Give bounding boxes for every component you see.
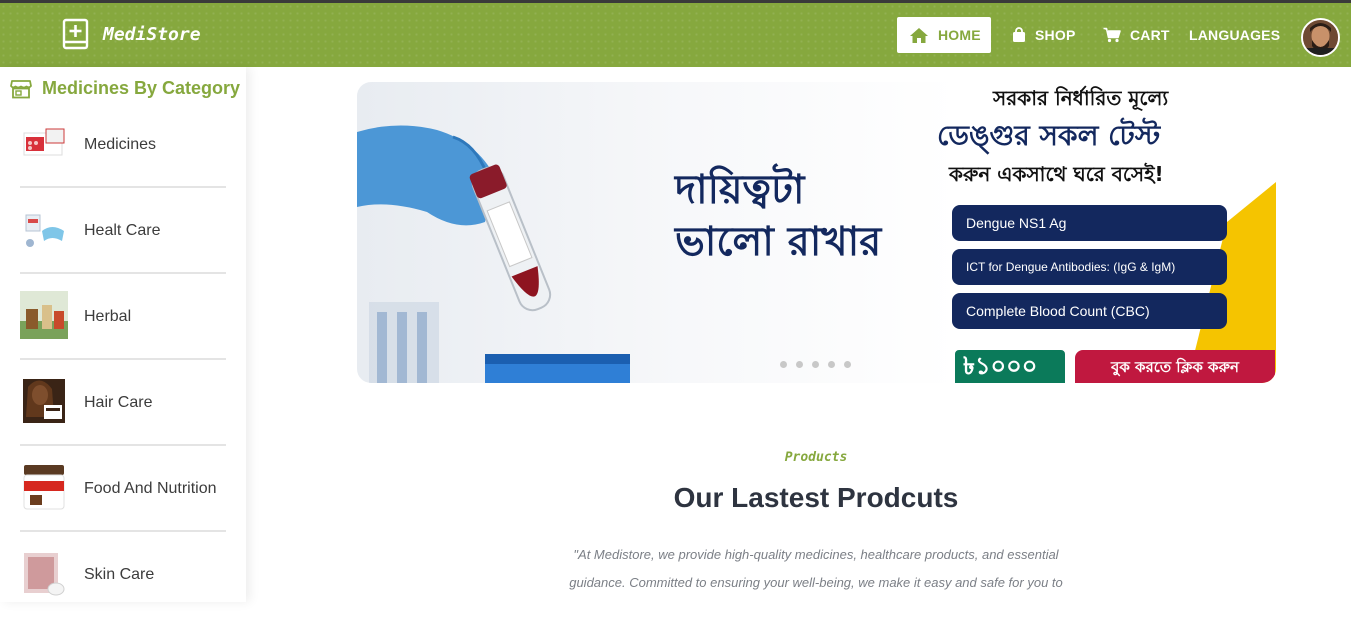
sidebar-title: Medicines By Category <box>42 78 241 98</box>
banner-slogan: দায়িত্বটা ভালো রাখার <box>675 167 882 265</box>
carousel-dot[interactable] <box>844 361 851 368</box>
divider <box>20 186 226 188</box>
home-icon <box>910 27 928 43</box>
carousel-dot[interactable] <box>796 361 803 368</box>
brand-name: MediStore <box>103 23 201 45</box>
divider <box>20 444 226 446</box>
user-avatar-image <box>1303 20 1338 55</box>
banner-headline-2: ডেঙ্গুর সকল টেস্ট <box>937 119 1161 152</box>
navbar: MediStore HOME SHOP CART LANGUAGES <box>0 3 1351 67</box>
test-pill-ict: ICT for Dengue Antibodies: (IgG & IgM) <box>952 249 1227 285</box>
price-tag: ৳১০০০ <box>953 348 1067 383</box>
sidebar-item-label: Skin Care <box>84 566 155 583</box>
store-icon <box>10 79 32 98</box>
food-nutrition-thumbnail <box>23 465 65 510</box>
sidebar-item-label: Hair Care <box>84 394 153 411</box>
nav-shop-label: SHOP <box>1035 27 1076 43</box>
test-pill-cbc: Complete Blood Count (CBC) <box>952 293 1227 329</box>
nav-languages-label: LANGUAGES <box>1189 27 1281 43</box>
carousel-dot[interactable] <box>828 361 835 368</box>
nav-languages-link[interactable]: LANGUAGES <box>1189 17 1280 53</box>
book-plus-icon <box>62 18 89 50</box>
user-avatar[interactable] <box>1301 18 1340 57</box>
brand-logo-link[interactable]: MediStore <box>62 18 201 50</box>
nav-cart-link[interactable]: CART <box>1103 17 1170 53</box>
sidebar-item-food-and-nutrition[interactable]: Food And Nutrition <box>20 454 226 540</box>
products-description: "At Medistore, we provide high-quality m… <box>569 547 1063 590</box>
divider <box>20 358 226 360</box>
herbal-thumbnail <box>20 291 68 339</box>
carousel-dots <box>780 361 851 368</box>
cart-icon <box>1103 27 1121 43</box>
nav-home-label: HOME <box>938 27 981 43</box>
banner-headline-3: করুন একসাথে ঘরে বসেই! <box>949 162 1164 186</box>
skin-care-thumbnail <box>24 553 65 596</box>
sidebar-item-healt-care[interactable]: Healt Care <box>20 196 226 282</box>
hero-banner-carousel[interactable]: দায়িত্বটা ভালো রাখার সরকার নির্ধারিত মূ… <box>357 82 1276 383</box>
category-sidebar: Medicines By Category Medicines Healt Ca… <box>0 67 246 602</box>
health-care-thumbnail <box>25 214 64 247</box>
test-pill-ns1: Dengue NS1 Ag <box>952 205 1227 241</box>
nav-home-link[interactable]: HOME <box>897 17 991 53</box>
sidebar-header: Medicines By Category <box>10 78 240 99</box>
carousel-dot[interactable] <box>812 361 819 368</box>
divider <box>20 272 226 274</box>
sidebar-item-label: Medicines <box>84 136 157 153</box>
shopping-bag-icon <box>1013 27 1025 42</box>
sidebar-item-label: Healt Care <box>84 222 161 239</box>
sidebar-item-label: Food And Nutrition <box>84 480 217 497</box>
sidebar-item-medicines[interactable]: Medicines <box>20 110 226 196</box>
sidebar-item-hair-care[interactable]: Hair Care <box>20 368 226 454</box>
nav-shop-link[interactable]: SHOP <box>1012 17 1075 53</box>
hair-care-thumbnail <box>23 379 65 423</box>
sidebar-item-skin-care[interactable]: Skin Care <box>20 540 226 626</box>
nav-cart-label: CART <box>1130 27 1170 43</box>
banner-headline-1: সরকার নির্ধারিত মূল্যে <box>993 86 1169 110</box>
carousel-dot[interactable] <box>780 361 787 368</box>
medicines-thumbnail <box>23 128 65 156</box>
divider <box>20 530 226 532</box>
products-eyebrow: Products <box>784 450 848 465</box>
sidebar-item-label: Herbal <box>84 308 132 325</box>
sidebar-item-herbal[interactable]: Herbal <box>20 282 226 368</box>
products-section-title: Our Lastest Prodcuts <box>673 482 959 513</box>
book-now-button[interactable]: বুক করতে ক্লিক করুন <box>1075 350 1275 383</box>
